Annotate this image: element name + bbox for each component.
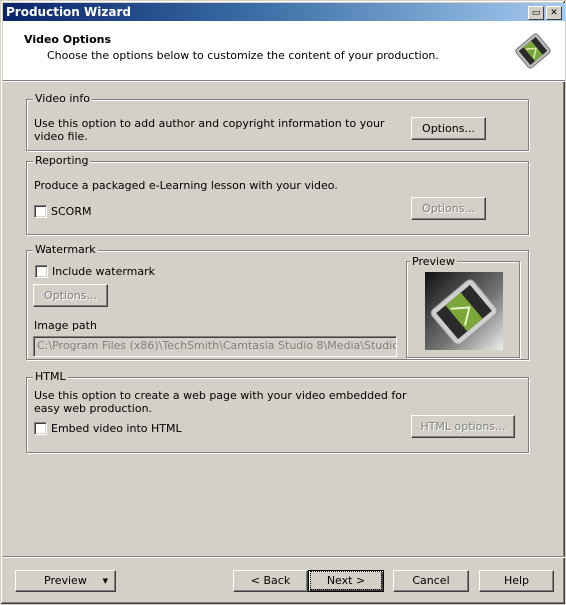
reporting-legend: Reporting (33, 154, 91, 167)
title-bar: Production Wizard ▭ ✕ (3, 3, 565, 21)
html-description-1: Use this option to create a web page wit… (34, 389, 407, 402)
footer-separator (3, 556, 565, 558)
scorm-label[interactable]: SCORM (51, 205, 91, 218)
video-info-description-1: Use this option to add author and copyri… (34, 117, 385, 130)
watermark-legend: Watermark (33, 243, 98, 256)
video-info-description-2: video file. (34, 130, 88, 143)
html-description-2: easy web production. (34, 402, 153, 415)
preview-dropdown-button[interactable]: Preview ▼ (15, 570, 116, 592)
close-button[interactable]: ✕ (546, 6, 562, 20)
dropdown-arrow-icon: ▼ (102, 577, 108, 585)
reporting-description: Produce a packaged e-Learning lesson wit… (34, 179, 338, 192)
html-group: HTML Use this option to create a web pag… (26, 370, 529, 453)
restore-button[interactable]: ▭ (528, 6, 544, 20)
include-watermark-checkbox[interactable] (35, 265, 48, 278)
include-watermark-label[interactable]: Include watermark (52, 265, 155, 278)
preview-button-label: Preview (44, 574, 87, 587)
next-button-label: Next > (309, 571, 383, 590)
html-options-button[interactable]: HTML options... (411, 415, 515, 438)
close-icon: ✕ (550, 8, 558, 18)
window-title: Production Wizard (6, 5, 131, 19)
help-button[interactable]: Help (479, 570, 554, 592)
restore-icon: ▭ (531, 8, 541, 18)
image-path-label: Image path (34, 319, 97, 332)
embed-html-label[interactable]: Embed video into HTML (51, 422, 182, 435)
back-button[interactable]: < Back (233, 570, 308, 592)
production-wizard-window: Production Wizard ▭ ✕ Video Options Choo… (0, 0, 566, 605)
preview-group: Preview (406, 255, 520, 358)
watermark-options-button[interactable]: Options... (33, 284, 108, 307)
scorm-checkbox[interactable] (34, 205, 47, 218)
watermark-group: Watermark Include watermark Options... I… (26, 243, 529, 360)
video-info-options-button[interactable]: Options... (411, 117, 486, 140)
preview-legend: Preview (410, 255, 457, 268)
reporting-group: Reporting Produce a packaged e-Learning … (26, 154, 529, 235)
watermark-preview-image (425, 272, 503, 350)
embed-html-checkbox[interactable] (34, 422, 47, 435)
reporting-options-button[interactable]: Options... (411, 197, 486, 220)
video-info-legend: Video info (33, 92, 92, 105)
page-subtitle: Choose the options below to customize th… (47, 49, 439, 62)
video-info-group: Video info Use this option to add author… (26, 92, 529, 151)
next-button[interactable]: Next > (308, 570, 384, 592)
camtasia-logo-icon (515, 33, 551, 69)
page-title: Video Options (24, 33, 112, 46)
image-path-input[interactable]: C:\Program Files (x86)\TechSmith\Camtasi… (33, 336, 397, 357)
html-legend: HTML (33, 370, 68, 383)
wizard-header: Video Options Choose the options below t… (3, 21, 565, 82)
cancel-button[interactable]: Cancel (393, 570, 469, 592)
